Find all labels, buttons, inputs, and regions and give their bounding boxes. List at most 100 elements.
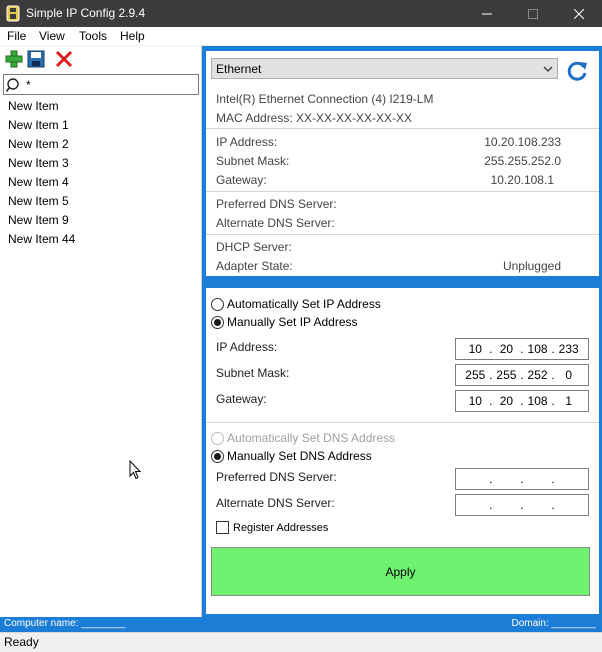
subnet-mask-field[interactable]: 255. 255. 252. 0 [455, 364, 589, 386]
alt-dns-label: Alternate DNS Server: [216, 216, 335, 230]
x-icon [55, 50, 73, 68]
adapter-description: Intel(R) Ethernet Connection (4) I219-LM [216, 92, 434, 106]
adapter-dropdown-value: Ethernet [216, 62, 262, 76]
app-icon [6, 5, 20, 22]
pref-dns-field-label: Preferred DNS Server: [216, 470, 337, 484]
menu-file[interactable]: File [7, 29, 26, 43]
profile-panel: New Item New Item 1 New Item 2 New Item … [0, 46, 202, 617]
info-bar: Computer name: ________ Domain: ________ [0, 617, 602, 632]
adapter-panel: Ethernet Intel(R) Ethernet Connection (4… [202, 46, 602, 617]
computer-name: Computer name: ________ [4, 618, 126, 629]
subnet-label: Subnet Mask: [216, 154, 290, 168]
status-text: Ready [4, 635, 39, 649]
ip-label: IP Address: [216, 135, 278, 149]
radio-checked-icon [211, 315, 224, 329]
auto-ip-radio[interactable]: Automatically Set IP Address [211, 296, 381, 312]
manual-dns-radio[interactable]: Manually Set DNS Address [211, 448, 372, 464]
divider [206, 422, 599, 423]
gateway-field[interactable]: 10. 20. 108. 1 [455, 390, 589, 412]
domain-name: Domain: ________ [511, 618, 596, 629]
manual-ip-label: Manually Set IP Address [227, 315, 358, 329]
list-item[interactable]: New Item 9 [0, 211, 200, 230]
ip-field-label: IP Address: [216, 340, 278, 354]
chevron-down-icon [543, 66, 553, 72]
checkbox-icon [216, 521, 229, 534]
radio-icon [211, 297, 224, 311]
radio-checked-icon [211, 449, 224, 463]
plus-icon [5, 50, 23, 68]
save-profile-button[interactable] [27, 50, 45, 68]
refresh-icon [567, 61, 587, 81]
radio-icon [211, 431, 224, 445]
menu-bar: File View Tools Help [0, 27, 602, 46]
octet: 252 [527, 368, 548, 382]
subnet-field-label: Subnet Mask: [216, 366, 290, 380]
minimize-button[interactable] [464, 0, 510, 27]
menu-help[interactable]: Help [120, 29, 145, 43]
octet: 255 [496, 368, 517, 382]
refresh-button[interactable] [565, 59, 589, 83]
divider [206, 191, 599, 192]
menu-tools[interactable]: Tools [79, 29, 107, 43]
octet: 255 [465, 368, 486, 382]
maximize-button[interactable] [510, 0, 556, 27]
gateway-label: Gateway: [216, 173, 267, 187]
octet: 108 [527, 342, 548, 356]
title-bar: Simple IP Config 2.9.4 [0, 0, 602, 27]
divider [206, 234, 599, 235]
dhcp-label: DHCP Server: [216, 240, 292, 254]
pref-dns-field[interactable]: . . . [455, 468, 589, 490]
ip-address-field[interactable]: 10. 20. 108. 233 [455, 338, 589, 360]
register-addresses-label: Register Addresses [233, 521, 329, 534]
subnet-value: 255.255.252.0 [484, 154, 561, 168]
pref-dns-label: Preferred DNS Server: [216, 197, 337, 211]
maximize-icon [528, 8, 538, 19]
window-title: Simple IP Config 2.9.4 [26, 6, 146, 20]
octet: 10 [468, 394, 482, 408]
list-item[interactable]: New Item 2 [0, 135, 200, 154]
add-profile-button[interactable] [5, 50, 23, 68]
octet: 20 [499, 394, 514, 408]
gateway-field-label: Gateway: [216, 392, 267, 406]
delete-profile-button[interactable] [55, 50, 73, 68]
list-item[interactable]: New Item 44 [0, 230, 200, 249]
status-bar: Ready [0, 632, 602, 652]
alt-dns-field[interactable]: . . . [455, 494, 589, 516]
adapter-dropdown[interactable]: Ethernet [211, 58, 558, 79]
search-input[interactable] [26, 76, 196, 93]
octet: 1 [565, 394, 572, 408]
auto-dns-radio[interactable]: Automatically Set DNS Address [211, 430, 395, 446]
octet: 108 [527, 394, 548, 408]
adapter-info: Ethernet Intel(R) Ethernet Connection (4… [206, 51, 599, 276]
floppy-icon [27, 50, 45, 68]
octet: 0 [565, 368, 572, 382]
profile-list: New Item New Item 1 New Item 2 New Item … [0, 97, 200, 249]
minimize-icon [482, 13, 492, 14]
octet: 20 [499, 342, 514, 356]
list-item[interactable]: New Item [0, 97, 200, 116]
mac-address: MAC Address: XX-XX-XX-XX-XX-XX [216, 111, 413, 125]
close-icon [574, 8, 584, 19]
gateway-value: 10.20.108.1 [490, 173, 554, 187]
alt-dns-field-label: Alternate DNS Server: [216, 496, 335, 510]
auto-ip-label: Automatically Set IP Address [227, 297, 381, 311]
apply-button[interactable]: Apply [211, 547, 590, 596]
octet: 10 [468, 342, 482, 356]
close-button[interactable] [556, 0, 602, 27]
octet: 233 [558, 342, 579, 356]
mouse-cursor-icon [129, 460, 142, 480]
list-item[interactable]: New Item 5 [0, 192, 200, 211]
search-icon [6, 78, 19, 92]
list-item[interactable]: New Item 3 [0, 154, 200, 173]
profile-search[interactable] [3, 74, 199, 95]
config-panel: Automatically Set IP Address Manually Se… [206, 288, 599, 614]
list-item[interactable]: New Item 1 [0, 116, 200, 135]
menu-view[interactable]: View [39, 29, 65, 43]
manual-ip-radio[interactable]: Manually Set IP Address [211, 314, 358, 330]
manual-dns-label: Manually Set DNS Address [227, 449, 372, 463]
divider [206, 128, 599, 129]
list-item[interactable]: New Item 4 [0, 173, 200, 192]
ip-value: 10.20.108.233 [484, 135, 561, 149]
register-addresses-checkbox[interactable]: Register Addresses [216, 521, 328, 534]
adapter-state-value: Unplugged [502, 259, 561, 273]
